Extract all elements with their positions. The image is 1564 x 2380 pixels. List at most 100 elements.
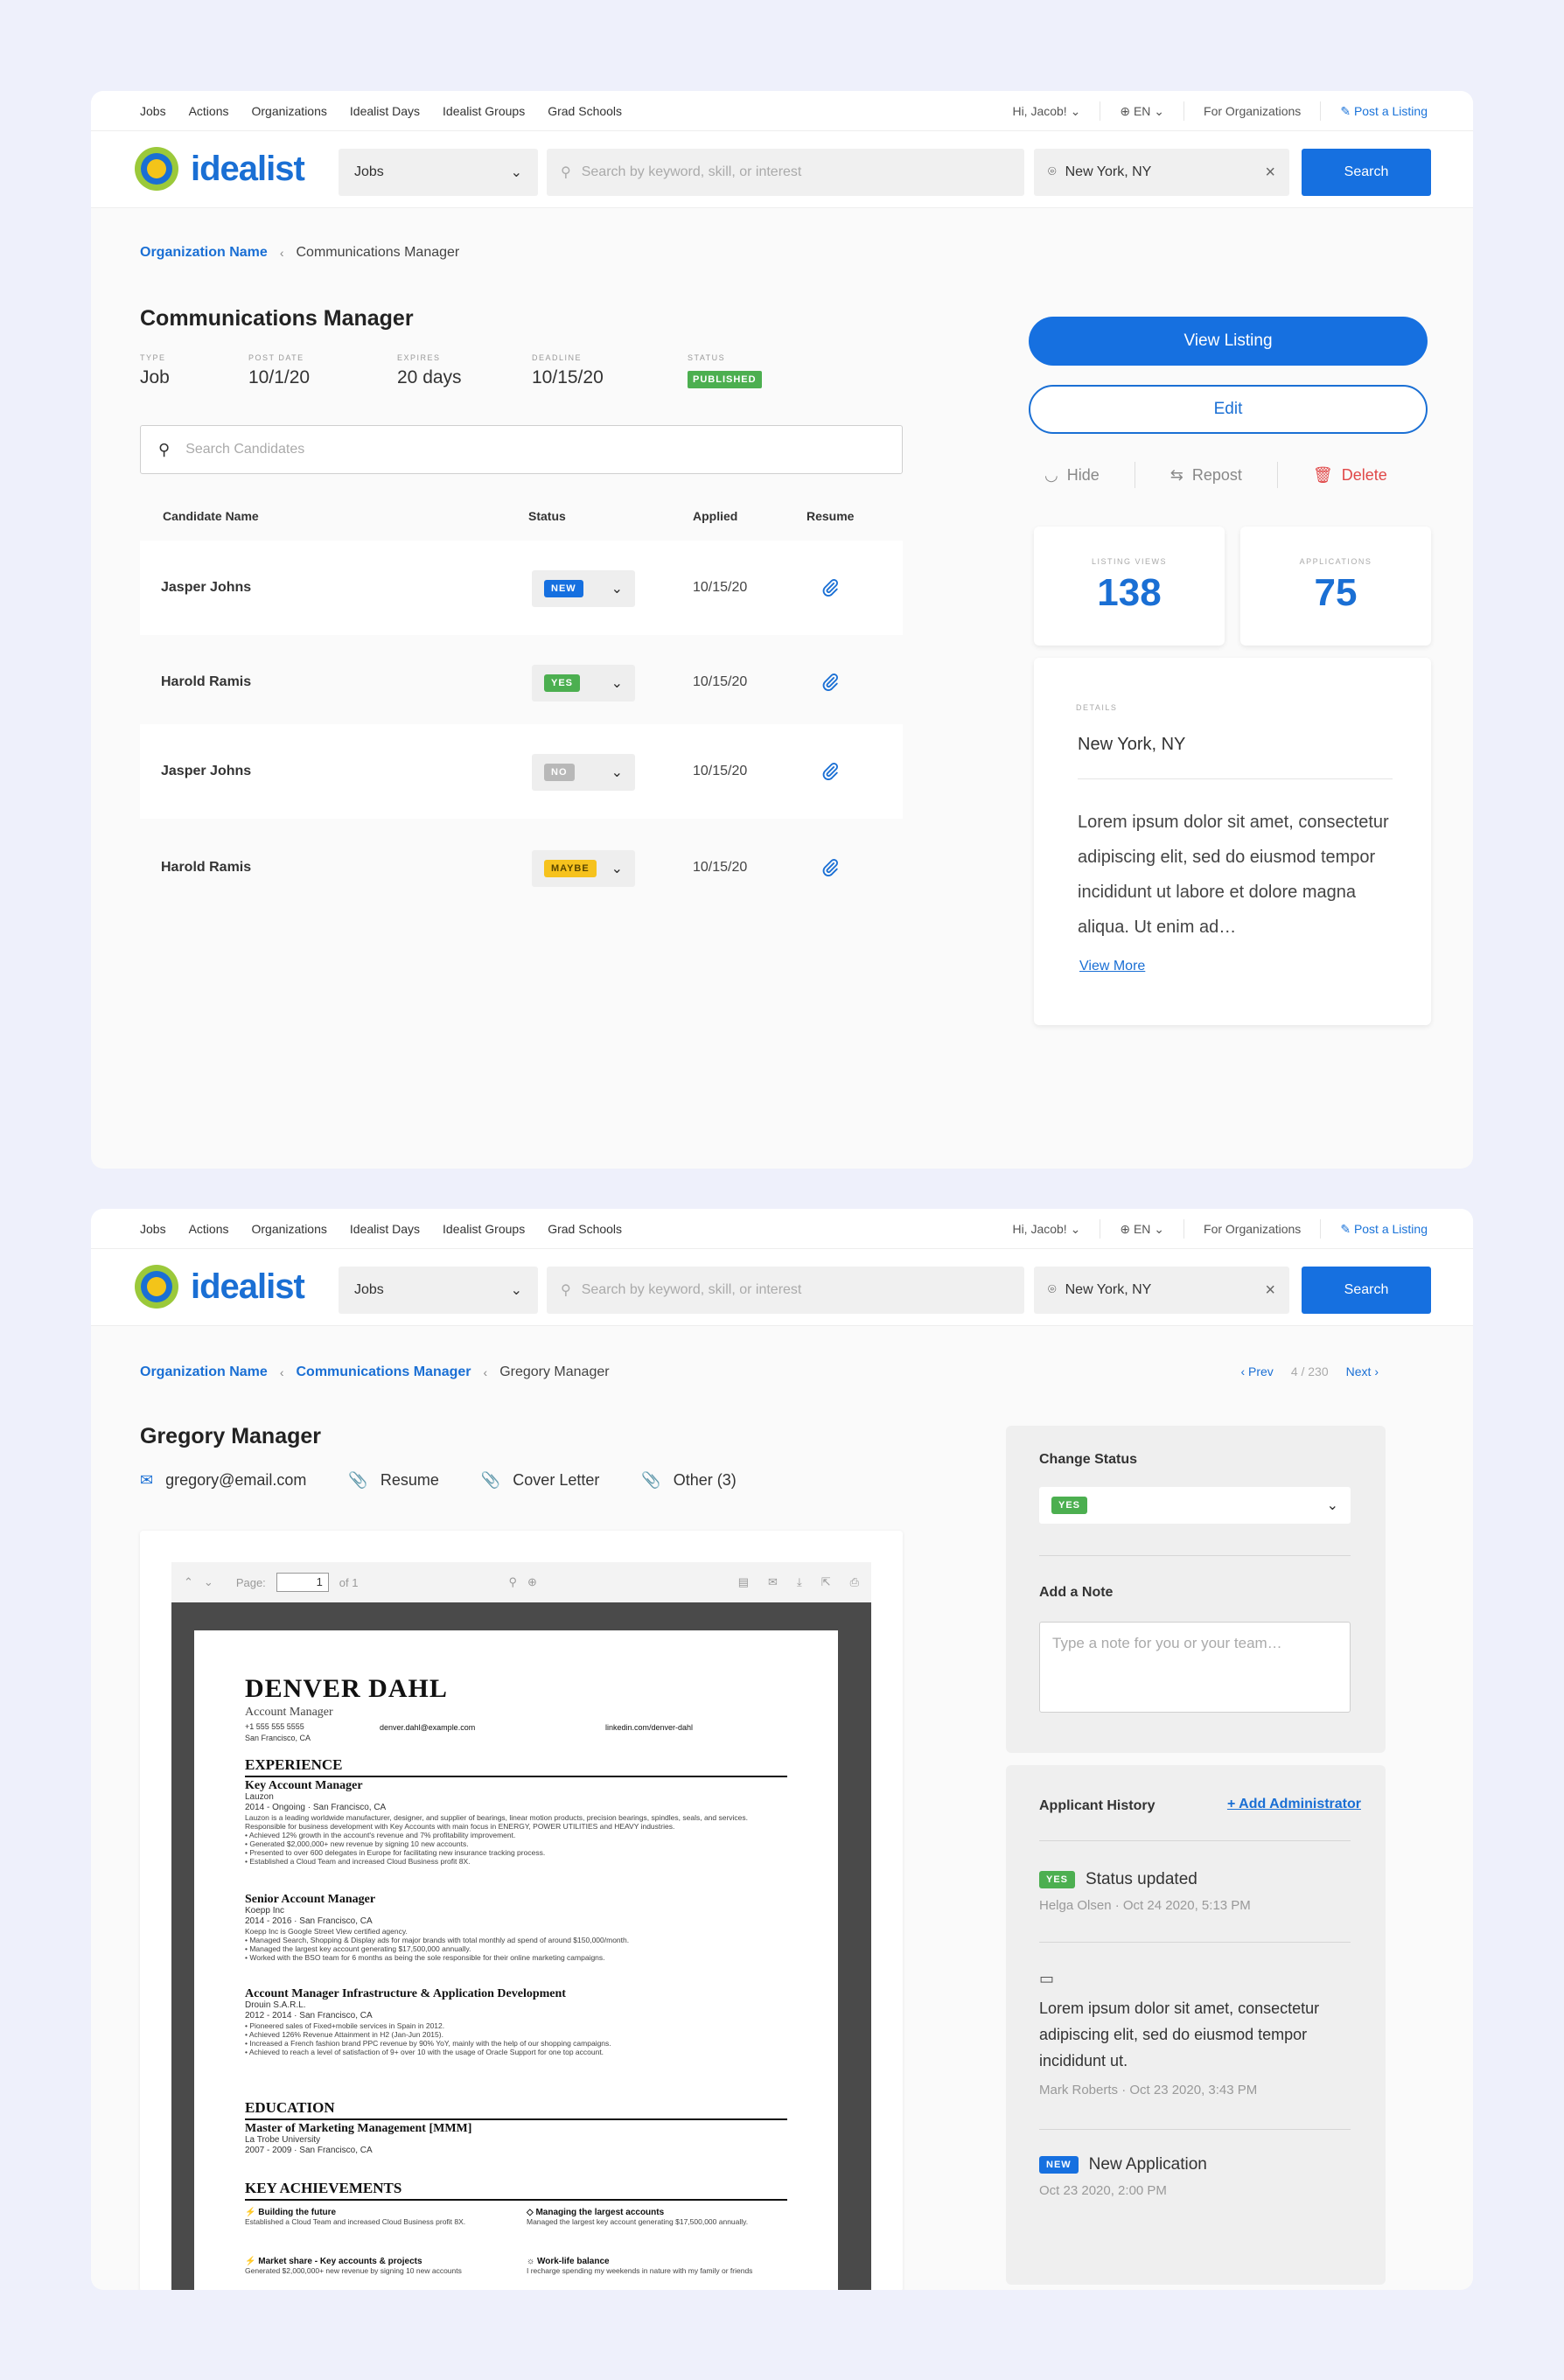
job-type-select[interactable]: Jobs ⌄: [339, 1267, 538, 1314]
resume-link[interactable]: 📎 Resume: [348, 1471, 438, 1490]
breadcrumb-org[interactable]: Organization Name: [140, 1364, 268, 1380]
col-resume[interactable]: Resume: [806, 509, 854, 523]
location-input[interactable]: ⌾ New York, NY ×: [1034, 149, 1289, 196]
candidate-name[interactable]: Harold Ramis: [161, 635, 251, 729]
page-input[interactable]: 1: [276, 1573, 329, 1592]
col-applied[interactable]: Applied: [693, 509, 737, 523]
cover-letter-link[interactable]: 📎 Cover Letter: [481, 1471, 599, 1490]
page-down-icon[interactable]: ⌄: [204, 1575, 213, 1589]
nav-actions[interactable]: Actions: [189, 1222, 229, 1236]
post-listing-link[interactable]: ✎ Post a Listing: [1340, 104, 1428, 119]
mail-icon[interactable]: ✉: [768, 1575, 778, 1589]
idealist-logo[interactable]: idealist: [133, 145, 305, 192]
nav-idealist-days[interactable]: Idealist Days: [350, 104, 420, 118]
paperclip-icon[interactable]: [820, 724, 840, 819]
hide-button[interactable]: ◡ Hide: [1044, 466, 1100, 485]
table-row[interactable]: Jasper Johns NO ⌄ 10/15/20: [140, 724, 903, 819]
prev-button[interactable]: ‹ Prev: [1240, 1364, 1273, 1378]
breadcrumb-job[interactable]: Communications Manager: [296, 1364, 471, 1380]
table-row[interactable]: Harold Ramis YES ⌄ 10/15/20: [140, 635, 903, 729]
location-pin-icon: ⌾: [1048, 164, 1057, 179]
external-link-icon[interactable]: ⇱: [821, 1575, 831, 1589]
nav-organizations[interactable]: Organizations: [252, 104, 327, 118]
job-description: Lauzon is a leading worldwide manufactur…: [245, 1813, 749, 1831]
language-menu[interactable]: ⊕ EN ⌄: [1120, 1222, 1164, 1237]
history-meta: Helga Olsen · Oct 24 2020, 5:13 PM: [1039, 1898, 1251, 1913]
page-up-icon[interactable]: ⌃: [184, 1575, 193, 1589]
nav-idealist-groups[interactable]: Idealist Groups: [443, 104, 525, 118]
other-attachments-link[interactable]: 📎 Other (3): [641, 1471, 736, 1490]
change-status-select[interactable]: YES ⌄: [1039, 1487, 1351, 1524]
search-button[interactable]: Search: [1302, 1267, 1431, 1314]
achievement-title: Managing the largest accounts: [535, 2208, 665, 2217]
paperclip-icon[interactable]: [820, 541, 840, 635]
edit-button[interactable]: Edit: [1029, 385, 1428, 434]
clear-icon[interactable]: ×: [1265, 163, 1275, 183]
for-organizations-link[interactable]: For Organizations: [1204, 1222, 1301, 1236]
job-description: Koepp Inc is Google Street View certifie…: [245, 1927, 408, 1936]
achievement-title: Market share - Key accounts & projects: [258, 2257, 422, 2266]
experience-heading: EXPERIENCE: [245, 1756, 787, 1777]
nav-idealist-days[interactable]: Idealist Days: [350, 1222, 420, 1236]
clear-icon[interactable]: ×: [1265, 1281, 1275, 1301]
zoom-in-icon[interactable]: ⊕: [527, 1575, 537, 1589]
user-menu[interactable]: Hi, Jacob! ⌄: [1012, 104, 1080, 119]
nav-organizations[interactable]: Organizations: [252, 1222, 327, 1236]
language-label: EN: [1133, 103, 1151, 118]
location-input[interactable]: ⌾ New York, NY ×: [1034, 1267, 1289, 1314]
nav-jobs[interactable]: Jobs: [140, 1222, 166, 1236]
next-label: Next: [1345, 1364, 1372, 1378]
paperclip-icon[interactable]: [820, 820, 840, 915]
keyword-search-input[interactable]: ⚲ Search by keyword, skill, or interest: [547, 1267, 1024, 1314]
next-button[interactable]: Next ›: [1346, 1364, 1379, 1378]
status-select[interactable]: NEW ⌄: [532, 570, 635, 607]
print-icon[interactable]: ⎙: [850, 1575, 859, 1589]
document-icon[interactable]: ▤: [738, 1575, 749, 1589]
candidate-name[interactable]: Harold Ramis: [161, 820, 251, 915]
repost-button[interactable]: ⇆ Repost: [1170, 466, 1242, 485]
nav-jobs[interactable]: Jobs: [140, 104, 166, 118]
language-menu[interactable]: ⊕ EN ⌄: [1120, 104, 1164, 119]
table-row[interactable]: Jasper Johns NEW ⌄ 10/15/20: [140, 541, 903, 635]
nav-grad-schools[interactable]: Grad Schools: [548, 104, 622, 118]
keyword-search-input[interactable]: ⚲ Search by keyword, skill, or interest: [547, 149, 1024, 196]
status-badge: NO: [544, 764, 575, 781]
col-status[interactable]: Status: [528, 509, 566, 523]
post-listing-link[interactable]: ✎ Post a Listing: [1340, 1222, 1428, 1237]
status-select[interactable]: NO ⌄: [532, 754, 635, 791]
nav-actions[interactable]: Actions: [189, 104, 229, 118]
status-select[interactable]: MAYBE ⌄: [532, 850, 635, 887]
col-candidate-name[interactable]: Candidate Name: [163, 509, 259, 523]
candidate-search-input[interactable]: ⚲ Search Candidates: [140, 425, 903, 474]
search-icon: ⚲: [158, 440, 171, 458]
add-administrator-link[interactable]: + Add Administrator: [1227, 1797, 1361, 1812]
greeting: Hi, Jacob!: [1012, 103, 1067, 118]
for-organizations-link[interactable]: For Organizations: [1204, 104, 1301, 118]
user-menu[interactable]: Hi, Jacob! ⌄: [1012, 1222, 1080, 1237]
job-type-select[interactable]: Jobs ⌄: [339, 149, 538, 196]
idealist-logo[interactable]: idealist: [133, 1263, 305, 1310]
chevron-down-icon: ⌄: [611, 582, 623, 597]
table-row[interactable]: Harold Ramis MAYBE ⌄ 10/15/20: [140, 820, 903, 915]
candidate-name[interactable]: Jasper Johns: [161, 724, 251, 819]
cover-letter-label: Cover Letter: [513, 1471, 600, 1489]
applied-date: 10/15/20: [693, 764, 748, 778]
mail-icon: ✉: [140, 1471, 154, 1489]
meta-value: 10/1/20: [248, 367, 311, 387]
download-icon[interactable]: ⤓: [797, 1575, 802, 1589]
status-select[interactable]: YES ⌄: [532, 665, 635, 701]
zoom-out-icon[interactable]: ⚲: [508, 1575, 517, 1589]
note-input[interactable]: Type a note for you or your team…: [1039, 1622, 1351, 1713]
paperclip-icon[interactable]: [820, 635, 840, 729]
view-listing-button[interactable]: View Listing: [1029, 317, 1428, 366]
search-button[interactable]: Search: [1302, 149, 1431, 196]
view-more-link[interactable]: View More: [1079, 959, 1145, 974]
applications-count: 75: [1314, 571, 1358, 614]
email-link[interactable]: ✉ gregory@email.com: [140, 1471, 306, 1490]
delete-button[interactable]: 🗑 Delete: [1313, 466, 1387, 485]
nav-idealist-groups[interactable]: Idealist Groups: [443, 1222, 525, 1236]
viewer-canvas[interactable]: DENVER DAHL Account Manager +1 555 555 5…: [171, 1602, 871, 2290]
breadcrumb-org[interactable]: Organization Name: [140, 245, 268, 261]
nav-grad-schools[interactable]: Grad Schools: [548, 1222, 622, 1236]
candidate-name[interactable]: Jasper Johns: [161, 541, 251, 635]
